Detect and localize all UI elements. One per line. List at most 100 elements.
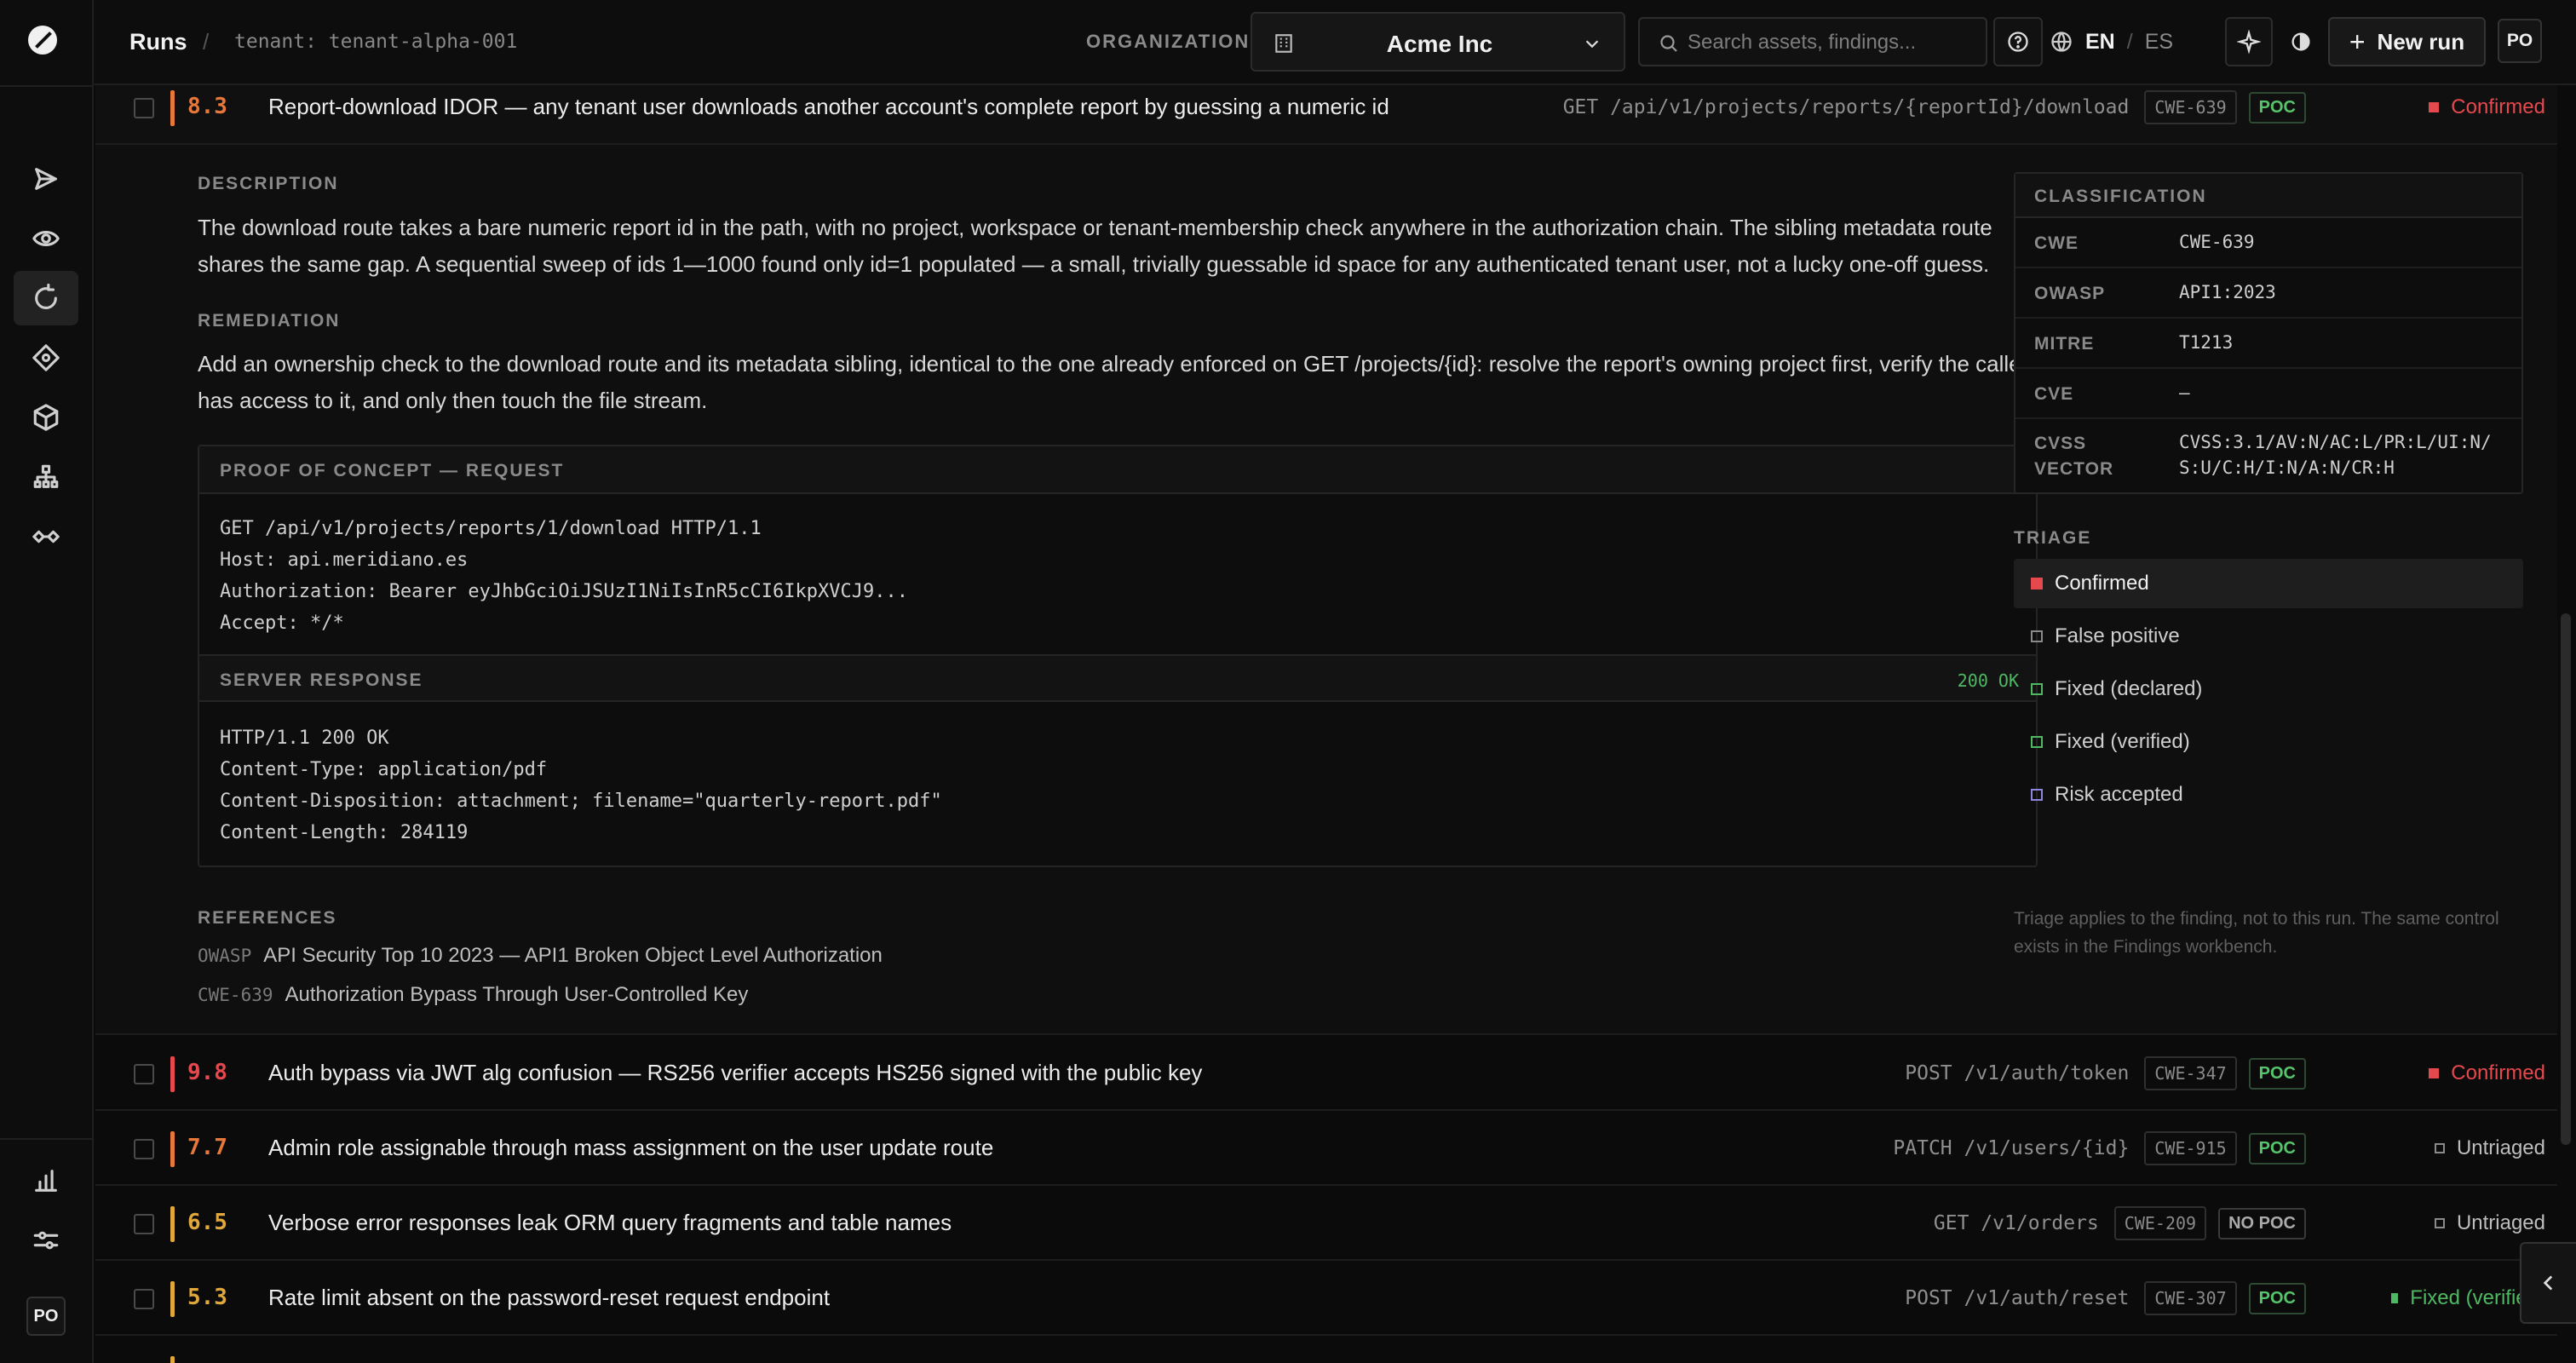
breadcrumb-separator: / bbox=[203, 29, 210, 55]
finding-endpoint: POST /v1/auth/token bbox=[1905, 1062, 2130, 1084]
finding-meta: POST /v1/auth/token CWE-347 POC Confirme… bbox=[1905, 1055, 2557, 1092]
reference-text[interactable]: Authorization Bypass Through User-Contro… bbox=[285, 983, 749, 1006]
description-text: The download route takes a bare numeric … bbox=[198, 215, 1992, 277]
app-logo[interactable] bbox=[28, 26, 57, 55]
status-label: Confirmed bbox=[2451, 95, 2545, 118]
scrollbar-thumb[interactable] bbox=[2561, 613, 2571, 1145]
finding-row-expanded[interactable]: 8.3 Report-download IDOR — any tenant us… bbox=[95, 85, 2557, 145]
cwe-badge: CWE-915 bbox=[2144, 1131, 2237, 1165]
triage-dot bbox=[2031, 578, 2043, 589]
reference-text[interactable]: API Security Top 10 2023 — API1 Broken O… bbox=[263, 944, 883, 967]
triage-option-fixed-declared[interactable]: Fixed (declared) bbox=[2014, 664, 2523, 714]
finding-row[interactable] bbox=[95, 1336, 2557, 1363]
classification-value: CVSS:3.1/AV:N/AC:L/PR:L/UI:N/ S:U/C:H/I:… bbox=[2179, 432, 2492, 478]
collapse-panel-button[interactable] bbox=[2520, 1242, 2576, 1324]
send-icon[interactable] bbox=[14, 152, 78, 206]
help-icon bbox=[2008, 32, 2028, 52]
eye-icon[interactable] bbox=[14, 211, 78, 266]
cube-icon[interactable] bbox=[14, 390, 78, 445]
poc-request-code: GET /api/v1/projects/reports/1/download … bbox=[220, 518, 908, 634]
finding-score: 6.5 bbox=[187, 1210, 227, 1235]
lang-en[interactable]: EN bbox=[2085, 30, 2115, 55]
remediation-text: Add an ownership check to the download r… bbox=[198, 351, 2029, 413]
finding-row[interactable]: 7.7 Admin role assignable through mass a… bbox=[95, 1111, 2557, 1186]
row-checkbox[interactable] bbox=[134, 98, 154, 118]
finding-title[interactable]: Rate limit absent on the password-reset … bbox=[268, 1285, 830, 1311]
finding-endpoint: POST /v1/auth/reset bbox=[1905, 1287, 2130, 1309]
triage-option-fixed-verified[interactable]: Fixed (verified) bbox=[2014, 717, 2523, 767]
finding-meta: GET /api/v1/projects/reports/{reportId}/… bbox=[1563, 89, 2557, 126]
status-dot bbox=[2434, 1143, 2445, 1153]
new-run-button[interactable]: + New run bbox=[2328, 17, 2486, 66]
help-button[interactable] bbox=[1993, 17, 2043, 66]
status-dot bbox=[2429, 102, 2440, 112]
search-icon bbox=[1660, 35, 1677, 52]
findings-list: 8.3 Report-download IDOR — any tenant us… bbox=[95, 85, 2557, 1363]
chevron-down-icon bbox=[1585, 40, 1599, 49]
finding-meta: POST /v1/auth/reset CWE-307 POC Fixed (v… bbox=[1905, 1280, 2557, 1317]
finding-title[interactable]: Report-download IDOR — any tenant user d… bbox=[268, 94, 1389, 120]
reference-source: OWASP bbox=[198, 946, 252, 966]
classification-key: CWE bbox=[2034, 233, 2079, 253]
contrast-icon bbox=[2291, 32, 2310, 51]
breadcrumb-runs[interactable]: Runs bbox=[129, 29, 187, 55]
finding-row[interactable]: 5.3 Rate limit absent on the password-re… bbox=[95, 1261, 2557, 1336]
finding-endpoint: GET /api/v1/projects/reports/{reportId}/… bbox=[1562, 96, 2130, 118]
row-checkbox[interactable] bbox=[134, 1289, 154, 1309]
finding-score: 7.7 bbox=[187, 1135, 227, 1160]
sidebar: PO bbox=[0, 0, 94, 1363]
poc-badge: POC bbox=[2248, 1132, 2306, 1165]
poc-badge: POC bbox=[2248, 1282, 2306, 1314]
search-box[interactable] bbox=[1638, 17, 1987, 66]
organization-label: ORGANIZATION bbox=[1086, 31, 1251, 52]
reference-item[interactable]: OWASP API Security Top 10 2023 — API1 Bro… bbox=[198, 944, 883, 968]
finding-title[interactable]: Auth bypass via JWT alg confusion — RS25… bbox=[268, 1060, 1202, 1086]
sparkle-button[interactable] bbox=[2225, 17, 2273, 66]
organization-select[interactable]: Acme Inc bbox=[1251, 12, 1625, 72]
classification-value: CWE-639 bbox=[2179, 232, 2255, 252]
triage-option-false-positive[interactable]: False positive bbox=[2014, 612, 2523, 661]
globe-icon bbox=[2051, 32, 2072, 52]
server-response-code: HTTP/1.1 200 OK Content-Type: applicatio… bbox=[220, 728, 942, 843]
finding-row[interactable]: 6.5 Verbose error responses leak ORM que… bbox=[95, 1186, 2557, 1261]
search-input[interactable] bbox=[1688, 27, 1977, 58]
link-icon[interactable] bbox=[14, 509, 78, 564]
sidebar-divider bbox=[0, 85, 94, 87]
cwe-badge: CWE-209 bbox=[2113, 1206, 2207, 1240]
theme-toggle[interactable] bbox=[2281, 17, 2320, 66]
finding-row[interactable]: 9.8 Auth bypass via JWT alg confusion — … bbox=[95, 1036, 2557, 1111]
severity-bar bbox=[170, 1356, 175, 1363]
finding-title[interactable]: Verbose error responses leak ORM query f… bbox=[268, 1210, 952, 1236]
classification-value: T1213 bbox=[2179, 332, 2234, 353]
user-avatar[interactable]: PO bbox=[26, 1297, 66, 1336]
row-checkbox[interactable] bbox=[134, 1214, 154, 1234]
triage-option-label: Confirmed bbox=[2055, 572, 2149, 595]
triage-dot bbox=[2031, 736, 2043, 748]
triage-option-risk-accepted[interactable]: Risk accepted bbox=[2014, 770, 2523, 820]
refresh-icon[interactable] bbox=[14, 271, 78, 325]
bar-chart-icon[interactable] bbox=[14, 1153, 78, 1208]
severity-bar bbox=[170, 1206, 175, 1242]
classification-row: MITRE T1213 bbox=[2015, 319, 2521, 369]
lang-es[interactable]: ES bbox=[2145, 30, 2173, 55]
row-checkbox[interactable] bbox=[134, 1139, 154, 1159]
finding-meta: GET /v1/orders CWE-209 NO POC Untriaged bbox=[1934, 1205, 2557, 1242]
triage-option-label: False positive bbox=[2055, 624, 2180, 647]
status-badge: Untriaged bbox=[2391, 1211, 2557, 1235]
poc-badge: POC bbox=[2248, 1057, 2306, 1090]
finding-endpoint: PATCH /v1/users/{id} bbox=[1893, 1137, 2130, 1159]
user-avatar[interactable]: PO bbox=[2498, 19, 2542, 63]
plus-icon: + bbox=[2349, 26, 2366, 57]
sliders-icon[interactable] bbox=[14, 1213, 78, 1268]
finding-title[interactable]: Admin role assignable through mass assig… bbox=[268, 1135, 993, 1161]
hierarchy-icon[interactable] bbox=[14, 450, 78, 504]
classification-value: — bbox=[2179, 382, 2190, 403]
chevron-left-icon bbox=[2543, 1275, 2553, 1291]
language-switch[interactable]: EN / ES bbox=[2050, 17, 2173, 66]
classification-key: CVSS VECTOR bbox=[2034, 434, 2114, 479]
row-checkbox[interactable] bbox=[134, 1064, 154, 1084]
classification-key: OWASP bbox=[2034, 284, 2106, 303]
reference-item[interactable]: CWE-639 Authorization Bypass Through User… bbox=[198, 983, 748, 1007]
target-icon[interactable] bbox=[14, 331, 78, 385]
triage-option-confirmed[interactable]: Confirmed bbox=[2014, 559, 2523, 608]
